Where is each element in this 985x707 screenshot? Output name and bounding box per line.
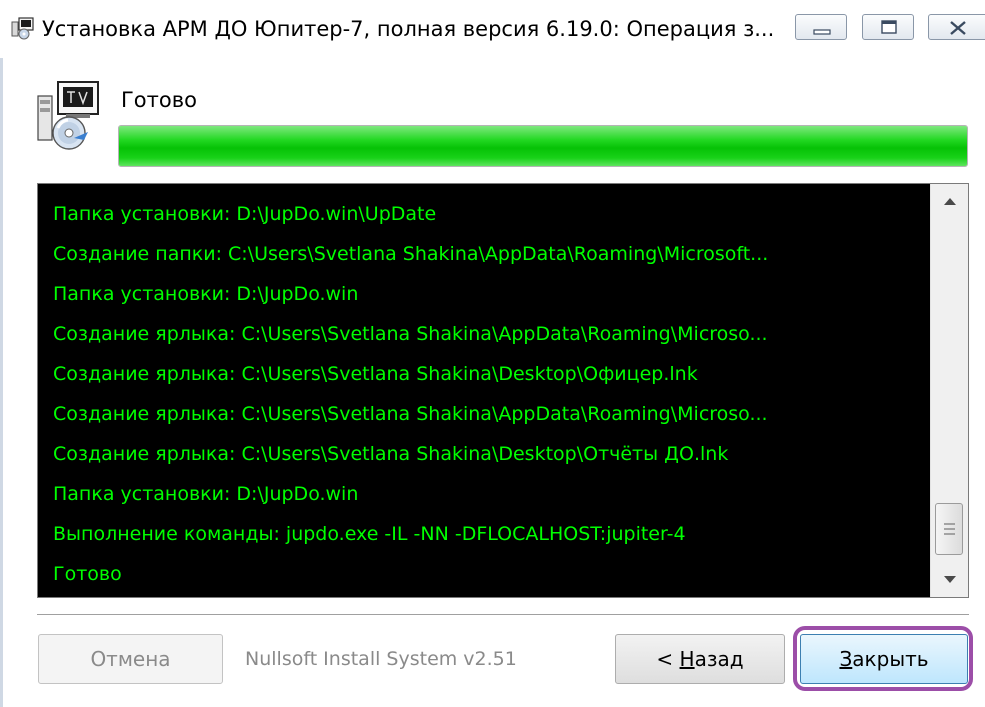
log-line: Создание ярлыка: C:\Users\Svetlana Shaki… [53, 443, 729, 465]
back-button-prefix: < [656, 647, 680, 671]
progress-fill [119, 126, 967, 166]
close-button-label: акрыть [852, 647, 929, 671]
log-line: Создание папки: C:\Users\Svetlana Shakin… [53, 243, 769, 265]
log-line: Создание ярлыка: C:\Users\Svetlana Shaki… [53, 363, 698, 385]
log-line: Готово [53, 563, 122, 585]
log-line: Папка установки: D:\JupDo.win [53, 483, 359, 505]
progress-bar [118, 125, 968, 167]
installer-app-icon [11, 17, 34, 40]
window-title: Установка АРМ ДО Юпитер-7, полная версия… [42, 17, 775, 41]
back-button[interactable]: < Назад [615, 634, 785, 684]
title-bar[interactable]: Установка АРМ ДО Юпитер-7, полная версия… [0, 0, 985, 58]
installer-disk-icon [37, 81, 99, 150]
installer-window: Установка АРМ ДО Юпитер-7, полная версия… [0, 0, 985, 707]
maximize-icon [881, 20, 897, 34]
close-button[interactable]: Закрыть [800, 634, 968, 684]
cancel-button[interactable]: Отмена [38, 634, 223, 684]
close-window-button[interactable] [928, 14, 985, 40]
log-scrollbar[interactable] [930, 184, 968, 597]
back-button-mnemonic: Н [679, 647, 695, 671]
maximize-button[interactable] [862, 14, 914, 40]
minimize-icon [813, 29, 831, 35]
log-line: Создание ярлыка: C:\Users\Svetlana Shaki… [53, 323, 768, 345]
log-line: Папка установки: D:\JupDo.win\UpDate [53, 203, 437, 225]
scroll-down-button[interactable] [931, 561, 968, 597]
minimize-button[interactable] [795, 14, 847, 40]
log-line: Выполнение команды: jupdo.exe -IL -NN -D… [53, 523, 686, 545]
back-button-label: азад [694, 647, 744, 671]
window-frame-edge [0, 58, 3, 707]
log-lines: Папка установки: D:\JupDo.win\UpDate Созд… [38, 194, 928, 594]
grip-icon [944, 523, 955, 535]
log-line: Папка установки: D:\JupDo.win [53, 283, 359, 305]
close-icon [950, 21, 966, 35]
close-button-mnemonic: З [839, 647, 853, 671]
status-label: Готово [121, 88, 197, 112]
nsis-branding: Nullsoft Install System v2.51 [245, 648, 517, 670]
footer-separator [37, 614, 969, 616]
log-line: Создание ярлыка: C:\Users\Svetlana Shaki… [53, 403, 768, 425]
arrow-up-icon [944, 198, 956, 205]
scroll-up-button[interactable] [931, 184, 968, 220]
scroll-thumb[interactable] [935, 503, 963, 555]
install-log[interactable]: Папка установки: D:\JupDo.win\UpDate Созд… [37, 183, 969, 598]
arrow-down-icon [944, 576, 956, 583]
